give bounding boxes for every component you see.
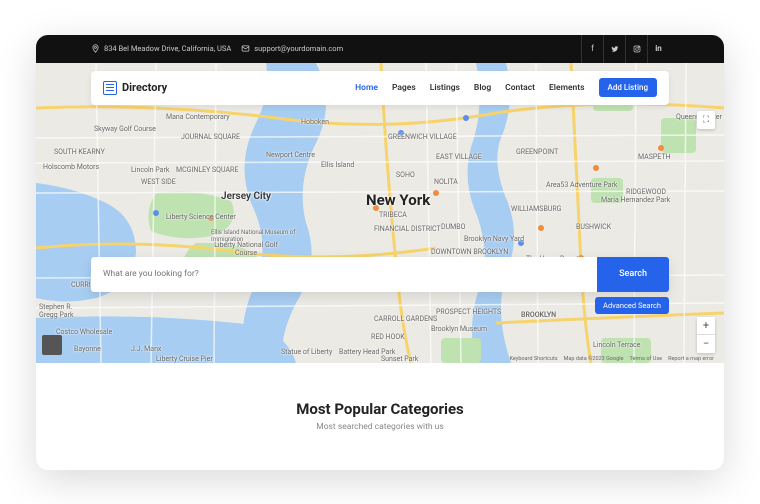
- map-label: Statue of Liberty: [281, 348, 332, 356]
- nav-home[interactable]: Home: [355, 83, 378, 93]
- map-label: Skyway Golf Course: [94, 125, 156, 133]
- nav-pages[interactable]: Pages: [392, 83, 416, 93]
- map-label: J.J. Manx: [131, 345, 161, 353]
- facebook-icon[interactable]: f: [581, 35, 603, 63]
- topbar-left: 834 Bel Meadow Drive, California, USA su…: [91, 44, 343, 53]
- map-label: Newport Centre: [266, 151, 315, 159]
- map-label: Holscomb Motors: [43, 163, 99, 171]
- map-label: Battery Head Park: [339, 348, 395, 356]
- attr-data: Map data ©2023 Google: [564, 356, 624, 362]
- nav-links: Home Pages Listings Blog Contact Element…: [355, 78, 657, 97]
- fullscreen-button[interactable]: ⛶: [697, 111, 715, 129]
- map-label: Hoboken: [301, 118, 329, 126]
- section-title: Most Popular Categories: [296, 400, 464, 418]
- streetview-icon[interactable]: [42, 335, 62, 355]
- map-label: EAST VILLAGE: [436, 153, 482, 161]
- add-listing-button[interactable]: Add Listing: [599, 78, 657, 97]
- map-label: CARROLL GARDENS: [374, 315, 437, 323]
- attr-report[interactable]: Report a map error: [668, 356, 714, 362]
- nav-elements[interactable]: Elements: [549, 83, 585, 93]
- search-panel: Search Advanced Search: [91, 257, 669, 314]
- location-pin-icon: [91, 44, 100, 53]
- nav-contact[interactable]: Contact: [505, 83, 535, 93]
- zoom-controls: + −: [697, 317, 715, 353]
- logo-icon: [103, 81, 117, 95]
- logo[interactable]: Directory: [103, 81, 167, 95]
- map-label: SOUTH KEARNY: [54, 148, 105, 156]
- instagram-icon[interactable]: [625, 35, 647, 63]
- map-label: Ellis Island: [321, 161, 354, 169]
- map-label: DOWNTOWN BROOKLYN: [431, 248, 508, 256]
- map-label: RIDGEWOOD: [626, 188, 666, 196]
- twitter-icon[interactable]: [603, 35, 625, 63]
- email-text: support@yourdomain.com: [254, 44, 343, 53]
- map-label: GREENPOINT: [516, 148, 558, 156]
- navbar: Directory Home Pages Listings Blog Conta…: [91, 71, 669, 105]
- map-label: TRIBECA: [379, 211, 407, 219]
- map-label-jersey: Jersey City: [221, 191, 271, 202]
- app-frame: 834 Bel Meadow Drive, California, USA su…: [36, 35, 724, 470]
- map-area[interactable]: New York Jersey City Mana Contemporary S…: [36, 63, 724, 363]
- social-links: f in: [581, 35, 669, 63]
- map-label: WEST SIDE: [141, 178, 176, 186]
- zoom-in-button[interactable]: +: [697, 317, 715, 335]
- map-label: Liberty Science Center: [166, 213, 236, 221]
- map-label: Area53 Adventure Park: [546, 181, 617, 189]
- map-label: WILLIAMSBURG: [511, 205, 561, 213]
- attr-shortcuts[interactable]: Keyboard Shortcuts: [509, 356, 557, 362]
- map-label-city: New York: [366, 191, 430, 209]
- map-label: Brooklyn Navy Yard: [464, 235, 524, 243]
- map-label: BUSHWICK: [576, 223, 611, 231]
- map-attribution: Keyboard Shortcuts Map data ©2023 Google…: [509, 356, 714, 362]
- map-label: Bayonne: [74, 345, 101, 353]
- search-button[interactable]: Search: [597, 257, 669, 292]
- map-label: Brooklyn Museum: [431, 325, 487, 333]
- section-subtitle: Most searched categories with us: [316, 422, 443, 432]
- map-label: MASPETH: [638, 153, 671, 161]
- address-text: 834 Bel Meadow Drive, California, USA: [104, 44, 231, 53]
- advanced-search-row: Advanced Search: [91, 297, 669, 314]
- address-item: 834 Bel Meadow Drive, California, USA: [91, 44, 231, 53]
- linkedin-icon[interactable]: in: [647, 35, 669, 63]
- attr-terms[interactable]: Terms of Use: [630, 356, 663, 362]
- envelope-icon: [241, 44, 250, 53]
- search-input[interactable]: [91, 269, 597, 279]
- map-label: Costco Wholesale: [56, 328, 112, 336]
- map-label: Lincoln Park: [131, 166, 169, 174]
- advanced-search-button[interactable]: Advanced Search: [595, 297, 669, 314]
- map-label: JOURNAL SQUARE: [181, 133, 240, 141]
- map-label: Stephen R. Gregg Park: [39, 303, 89, 319]
- map-label: MCGINLEY SQUARE: [176, 166, 238, 174]
- map-label: DUMBO: [441, 223, 465, 231]
- map-label: GREENWICH VILLAGE: [388, 133, 457, 141]
- nav-blog[interactable]: Blog: [474, 83, 491, 93]
- search-bar: Search: [91, 257, 669, 292]
- map-label: Maria Hernandez Park: [601, 196, 670, 204]
- brand-name: Directory: [122, 81, 167, 94]
- map-label: Ellis Island National Museum of Immigrat…: [211, 229, 301, 243]
- map-label: FINANCIAL DISTRICT: [374, 225, 441, 233]
- map-label: Liberty Cruise Pier: [156, 355, 213, 363]
- categories-section: Most Popular Categories Most searched ca…: [36, 363, 724, 470]
- map-label: SOHO: [396, 171, 415, 179]
- email-item: support@yourdomain.com: [241, 44, 343, 53]
- nav-listings[interactable]: Listings: [430, 83, 460, 93]
- zoom-out-button[interactable]: −: [697, 335, 715, 353]
- map-label: NOLITA: [434, 178, 458, 186]
- topbar: 834 Bel Meadow Drive, California, USA su…: [36, 35, 724, 63]
- map-label: Mana Contemporary: [166, 113, 230, 121]
- map-label: Lincoln Terrace: [593, 341, 641, 349]
- map-label: RED HOOK: [371, 333, 405, 341]
